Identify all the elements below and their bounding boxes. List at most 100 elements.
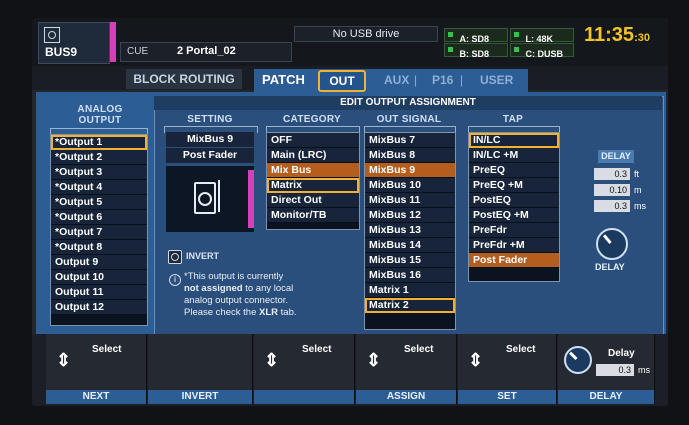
- delay-m-unit: m: [634, 185, 642, 195]
- delay-m-value[interactable]: 0.10: [594, 184, 630, 196]
- softkey-set[interactable]: ⇕ Select SET: [458, 334, 557, 404]
- out-signal-item[interactable]: Matrix 1: [365, 283, 455, 298]
- softkey-assign[interactable]: ⇕ Select ASSIGN: [356, 334, 457, 404]
- delay-knob-small[interactable]: [564, 346, 592, 374]
- edit-output-title: EDIT OUTPUT ASSIGNMENT: [154, 96, 662, 110]
- out-signal-item[interactable]: MixBus 12: [365, 208, 455, 223]
- tap-heading: TAP: [502, 114, 524, 125]
- clock-seconds: :30: [634, 32, 650, 44]
- tap-item[interactable]: IN/LC +M: [469, 148, 559, 163]
- out-signal-list: MixBus 7 MixBus 8 MixBus 9 MixBus 10 MixBus …: [364, 132, 456, 330]
- scene-name: 2 Portal_02: [177, 45, 236, 57]
- cue-label: CUE: [127, 46, 149, 57]
- out-signal-item[interactable]: MixBus 13: [365, 223, 455, 238]
- bus-selector[interactable]: BUS9: [38, 22, 110, 64]
- softkey-set-select: Select: [506, 344, 536, 355]
- analog-output-list: *Output 1 *Output 2 *Output 3 *Output 4 *Out…: [50, 134, 148, 326]
- setting-bus: MixBus 9: [166, 132, 254, 147]
- bus-color-strip: [110, 22, 116, 62]
- delay-knob-label: DELAY: [595, 262, 625, 272]
- delay-ft-unit: ft: [634, 169, 640, 179]
- touch-screen: BUS9 CUE 2 Portal_02 No USB drive A: SD8…: [32, 18, 668, 406]
- indicator-b: B: SD8: [444, 43, 508, 59]
- notice-text: *This output is currently not assigned t…: [184, 271, 297, 318]
- analog-output-item[interactable]: *Output 4: [51, 180, 147, 195]
- tap-list: IN/LC IN/LC +M PreEQ PreEQ +M PostEQ PostEQ +…: [468, 132, 560, 282]
- analog-output-item[interactable]: Output 9: [51, 255, 147, 270]
- indicator-a: A: SD8: [444, 28, 508, 44]
- category-item[interactable]: Direct Out: [267, 193, 359, 208]
- out-signal-item[interactable]: MixBus 8: [365, 148, 455, 163]
- softkey-select-3[interactable]: ⇕ Select: [254, 334, 355, 404]
- out-signal-item[interactable]: MixBus 10: [365, 178, 455, 193]
- tab-user[interactable]: USER: [480, 73, 513, 87]
- tap-item[interactable]: PreEQ: [469, 163, 559, 178]
- clock-time: 11:35: [584, 24, 635, 46]
- softkey-next-select: Select: [92, 344, 122, 355]
- speaker-icon-large: [194, 182, 216, 214]
- tap-item[interactable]: PreFdr +M: [469, 238, 559, 253]
- tap-item[interactable]: Post Fader: [469, 253, 559, 268]
- out-signal-item[interactable]: Matrix 2: [365, 298, 455, 313]
- softkey-invert[interactable]: INVERT: [148, 334, 253, 404]
- softkey-3-label: [254, 390, 354, 404]
- setting-preview: [166, 166, 254, 232]
- softkey-delay-title: Delay: [608, 348, 635, 359]
- info-icon: i: [169, 274, 181, 286]
- analog-output-heading: ANALOG OUTPUT: [77, 104, 123, 126]
- tap-item[interactable]: IN/LC: [469, 133, 559, 148]
- tap-item[interactable]: PostEQ: [469, 193, 559, 208]
- scene-box[interactable]: CUE 2 Portal_02: [120, 42, 292, 62]
- softkey-3-select: Select: [302, 344, 332, 355]
- softkey-assign-select: Select: [404, 344, 434, 355]
- tab-p16[interactable]: P16: [432, 73, 453, 87]
- softkey-next[interactable]: ⇕ Select NEXT: [46, 334, 147, 404]
- analog-output-item[interactable]: *Output 1: [51, 135, 147, 150]
- delay-ms-value[interactable]: 0.3: [594, 200, 630, 212]
- out-signal-item[interactable]: MixBus 14: [365, 238, 455, 253]
- tab-block-routing[interactable]: BLOCK ROUTING: [126, 69, 242, 89]
- category-item[interactable]: Matrix: [267, 178, 359, 193]
- analog-output-item[interactable]: *Output 2: [51, 150, 147, 165]
- tab-out[interactable]: OUT: [318, 70, 366, 92]
- tab-aux[interactable]: AUX: [384, 73, 409, 87]
- tap-item[interactable]: PreEQ +M: [469, 178, 559, 193]
- analog-output-item[interactable]: *Output 6: [51, 210, 147, 225]
- tab-patch[interactable]: PATCH: [262, 72, 305, 87]
- category-item[interactable]: Monitor/TB: [267, 208, 359, 223]
- tap-item[interactable]: PostEQ +M: [469, 208, 559, 223]
- softkey-delay-unit: ms: [638, 365, 650, 375]
- delay-ft-value[interactable]: 0.3: [594, 168, 630, 180]
- category-list: OFF Main (LRC) Mix Bus Matrix Direct Out Moni…: [266, 132, 360, 230]
- out-signal-item[interactable]: MixBus 11: [365, 193, 455, 208]
- up-down-arrow-icon: ⇕: [468, 350, 484, 370]
- out-signal-item[interactable]: MixBus 15: [365, 253, 455, 268]
- softkey-delay[interactable]: Delay 0.3 ms DELAY: [558, 334, 655, 404]
- analog-output-item[interactable]: *Output 3: [51, 165, 147, 180]
- out-signal-item[interactable]: MixBus 16: [365, 268, 455, 283]
- out-signal-item[interactable]: MixBus 9: [365, 163, 455, 178]
- analog-output-item[interactable]: *Output 8: [51, 240, 147, 255]
- out-signal-heading: OUT SIGNAL: [376, 114, 442, 125]
- delay-heading: DELAY: [598, 150, 634, 163]
- delay-knob[interactable]: [596, 228, 628, 260]
- clock: 11:35:30: [584, 24, 664, 58]
- analog-output-item[interactable]: Output 10: [51, 270, 147, 285]
- analog-output-item[interactable]: Output 11: [51, 285, 147, 300]
- setting-tap: Post Fader: [166, 148, 254, 163]
- tap-item[interactable]: PreFdr: [469, 223, 559, 238]
- delay-ms-unit: ms: [634, 201, 646, 211]
- invert-toggle[interactable]: [168, 250, 182, 264]
- category-item[interactable]: Main (LRC): [267, 148, 359, 163]
- analog-output-item[interactable]: *Output 5: [51, 195, 147, 210]
- category-item[interactable]: Mix Bus: [267, 163, 359, 178]
- usb-status[interactable]: No USB drive: [294, 26, 438, 42]
- softkey-delay-value[interactable]: 0.3: [596, 364, 634, 376]
- analog-output-item[interactable]: Output 12: [51, 300, 147, 315]
- category-item[interactable]: OFF: [267, 133, 359, 148]
- softkey-bar: ⇕ Select NEXT INVERT ⇕ Select ⇕ Select A…: [32, 334, 668, 406]
- category-heading: CATEGORY: [283, 114, 341, 125]
- analog-output-item[interactable]: *Output 7: [51, 225, 147, 240]
- indicator-l: L: 48K: [510, 28, 574, 44]
- out-signal-item[interactable]: MixBus 7: [365, 133, 455, 148]
